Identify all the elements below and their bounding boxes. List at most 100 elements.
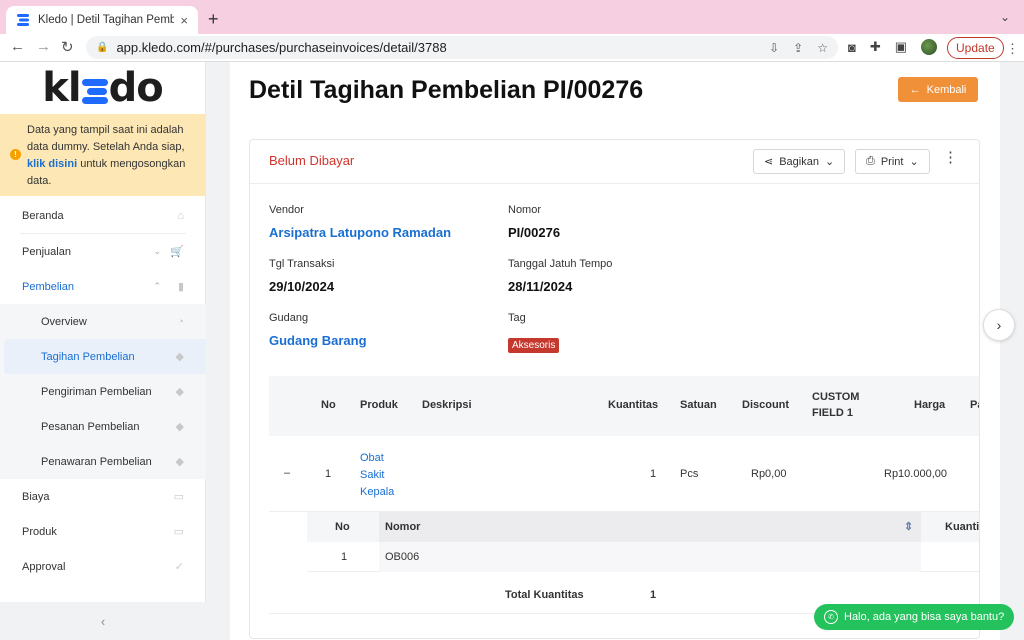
- pie-chart-icon: ◔: [177, 315, 184, 328]
- sidebar-item-label: Tagihan Pembelian: [41, 350, 135, 363]
- kledo-logo[interactable]: kl do: [0, 62, 205, 114]
- cell-produk-link-line2[interactable]: Sakit: [360, 467, 384, 484]
- col-produk: Produk: [360, 399, 398, 411]
- print-button-label: Print: [880, 155, 904, 168]
- sidebar-item-label: Pembelian: [22, 280, 74, 293]
- sidebar-menu: Beranda ⌂ Penjualan ⌄ 🛒 Pembelian ⌃ ▮ Ov…: [0, 198, 206, 584]
- more-options-icon[interactable]: ⋮: [943, 148, 958, 166]
- sidebar-item-penawaran-pembelian[interactable]: Penawaran Pembelian ◆: [0, 444, 206, 479]
- install-icon[interactable]: ⇩: [769, 41, 779, 55]
- tag-label: Tag: [508, 312, 526, 324]
- chevron-left-icon: ‹: [100, 613, 106, 629]
- logo-e-mark-icon: [81, 76, 108, 106]
- sub-cell-nomor: OB006: [385, 551, 420, 563]
- tgl-transaksi-label: Tgl Transaksi: [269, 258, 335, 270]
- cell-discount: Rp0,00: [751, 468, 787, 480]
- chevron-down-icon: ⌄: [824, 156, 835, 168]
- whatsapp-chat-button[interactable]: ✆ Halo, ada yang bisa saya bantu?: [814, 604, 1014, 630]
- sidebar-item-pengiriman-pembelian[interactable]: Pengiriman Pembelian ◆: [0, 374, 206, 409]
- sub-col-nomor[interactable]: Nomor ⇕: [379, 512, 921, 542]
- col-harga: Harga: [914, 399, 946, 411]
- share-icon[interactable]: ⇪: [793, 41, 803, 55]
- cart-icon: 🛒: [170, 246, 184, 258]
- sidebar-item-tagihan-pembelian[interactable]: Tagihan Pembelian ◆: [4, 339, 206, 374]
- vendor-link[interactable]: Arsipatra Latupono Ramadan: [269, 225, 451, 240]
- invoice-card: Belum Dibayar ⋖ Bagikan ⌄ ⎙ Print ⌄ ⋮ Ve…: [249, 139, 980, 639]
- share-button[interactable]: ⋖ Bagikan ⌄: [753, 149, 846, 174]
- forward-icon[interactable]: →: [36, 38, 51, 55]
- nomor-value: PI/00276: [508, 225, 561, 240]
- col-kuantitas: Kuantitas: [608, 399, 659, 411]
- chat-button-label: Halo, ada yang bisa saya bantu?: [844, 611, 1005, 623]
- reload-icon[interactable]: ↻: [61, 38, 74, 56]
- total-kuantitas-label: Total Kuantitas: [505, 589, 584, 601]
- tag-icon: ◆: [175, 386, 184, 398]
- cell-no: 1: [325, 468, 332, 480]
- back-icon[interactable]: ←: [10, 38, 25, 55]
- warning-icon: !: [10, 149, 21, 160]
- nomor-label: Nomor: [508, 204, 542, 216]
- col-satuan: Satuan: [680, 399, 717, 411]
- profile-avatar[interactable]: [921, 39, 938, 55]
- tgl-transaksi-value: 29/10/2024: [269, 279, 335, 294]
- address-bar[interactable]: 🔒 app.kledo.com/#/purchases/purchaseinvo…: [86, 36, 838, 59]
- browser-tab[interactable]: Kledo | Detil Tagihan Pembelian ×: [6, 6, 198, 34]
- sidebar-item-produk[interactable]: Produk ▭: [0, 514, 206, 549]
- tab-title: Kledo | Detil Tagihan Pembelian: [38, 14, 175, 26]
- url-text: app.kledo.com/#/purchases/purchaseinvoic…: [116, 40, 447, 55]
- sidebar-item-penjualan[interactable]: Penjualan ⌄ 🛒: [0, 234, 206, 269]
- sidebar-item-label: Approval: [22, 560, 66, 573]
- back-button[interactable]: ← Kembali: [898, 77, 978, 102]
- cell-satuan: Pcs: [680, 468, 699, 480]
- extensions-icon[interactable]: ✚: [870, 39, 881, 55]
- table-row: – 1 Obat Sakit Kepala 1 Pcs Rp0,00 Rp10.…: [269, 436, 979, 512]
- box-icon: ▭: [173, 526, 184, 538]
- sidebar-item-pembelian[interactable]: Pembelian ⌃ ▮: [0, 269, 206, 304]
- browser-menu-icon[interactable]: ⋮: [1006, 41, 1019, 57]
- credit-card-icon: ▭: [173, 491, 184, 503]
- status-badge: Belum Dibayar: [269, 153, 355, 168]
- jatuh-tempo-label: Tanggal Jatuh Tempo: [508, 258, 613, 270]
- page-title: Detil Tagihan Pembelian PI/00276: [249, 76, 644, 104]
- lock-icon: 🔒: [96, 42, 109, 53]
- sort-icon[interactable]: ⇕: [904, 520, 913, 533]
- browser-toolbar: ← → ↻ 🔒 app.kledo.com/#/purchases/purcha…: [0, 34, 1024, 62]
- sidepanel-icon[interactable]: ▣: [895, 39, 907, 55]
- sidebar-item-label: Penawaran Pembelian: [41, 455, 152, 468]
- tab-search-icon[interactable]: ⌄: [1000, 10, 1010, 24]
- sidebar-item-biaya[interactable]: Biaya ▭: [0, 479, 206, 514]
- sidebar-item-pesanan-pembelian[interactable]: Pesanan Pembelian ◆: [0, 409, 206, 444]
- chevron-down-icon: ⌄: [909, 156, 919, 168]
- share-nodes-icon: ⋖: [764, 156, 774, 168]
- sidebar-item-label: Pesanan Pembelian: [41, 420, 140, 433]
- update-button[interactable]: Update: [947, 37, 1004, 59]
- sidebar-collapse-button[interactable]: ‹: [0, 602, 206, 640]
- content-panel: Detil Tagihan Pembelian PI/00276 ← Kemba…: [230, 62, 1015, 640]
- cell-produk-link-line3[interactable]: Kepala: [360, 484, 394, 501]
- subtable-header: No Nomor ⇕ Kuantitas K: [307, 512, 979, 542]
- sidebar-item-label: Overview: [41, 315, 87, 328]
- sidebar-item-approval[interactable]: Approval ✓: [0, 549, 206, 584]
- print-button[interactable]: ⎙ Print ⌄: [855, 149, 930, 174]
- tag-badge: Aksesoris: [508, 338, 560, 353]
- sidebar-item-overview[interactable]: Overview ◔: [0, 304, 206, 339]
- share-button-label: Bagikan: [779, 155, 819, 168]
- subtable-row: 1 OB006 1 3: [307, 542, 979, 572]
- dummy-data-notice: ! Data yang tampil saat ini adalah data …: [0, 114, 206, 196]
- scroll-right-button[interactable]: ›: [983, 309, 1015, 341]
- col-custom-field-line2: FIELD 1: [812, 407, 853, 419]
- printer-icon: ⎙: [866, 155, 875, 167]
- camera-icon[interactable]: ◙: [848, 40, 856, 55]
- tab-close-icon[interactable]: ×: [180, 13, 188, 28]
- bookmark-star-icon[interactable]: ☆: [817, 41, 828, 55]
- chevron-down-icon: ⌄: [153, 246, 161, 256]
- items-table-header: No Produk Deskripsi Kuantitas Satuan Dis…: [269, 376, 979, 436]
- gudang-link[interactable]: Gudang Barang: [269, 333, 367, 348]
- clear-data-link[interactable]: klik disini: [27, 158, 77, 170]
- sidebar-item-beranda[interactable]: Beranda ⌂: [0, 198, 206, 233]
- cell-produk-link-line1[interactable]: Obat: [360, 450, 384, 467]
- new-tab-icon[interactable]: +: [208, 9, 219, 30]
- back-button-label: Kembali: [926, 83, 967, 96]
- collapse-row-icon[interactable]: –: [284, 467, 290, 479]
- arrow-left-icon: ←: [909, 83, 921, 96]
